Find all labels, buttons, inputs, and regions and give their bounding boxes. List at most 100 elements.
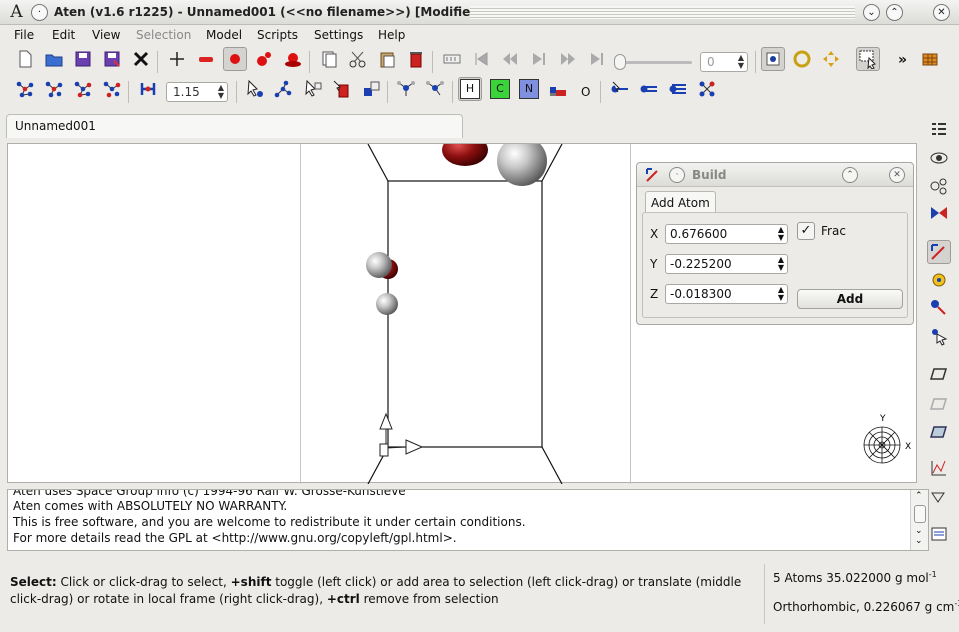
save-as-icon[interactable] [100, 47, 124, 71]
add-atom-button[interactable]: Add [797, 289, 903, 309]
grids-tool-icon[interactable] [927, 456, 951, 480]
z-coordinate-field[interactable]: -0.018300 ▲ ▼ [665, 284, 788, 304]
draw-style-tube-icon[interactable] [194, 47, 218, 71]
scroll-down-icon[interactable]: ⌄ [915, 526, 923, 536]
spin-arrows-icon[interactable]: ▲ ▼ [218, 84, 224, 100]
bond-triple-icon[interactable] [666, 77, 690, 101]
menu-edit[interactable]: Edit [52, 28, 75, 42]
draw-fragment-icon[interactable] [301, 77, 325, 101]
menu-help[interactable]: Help [378, 28, 405, 42]
select-tool-icon[interactable] [927, 324, 951, 348]
command-tool-icon[interactable] [927, 202, 951, 226]
periodic-table-icon[interactable] [546, 77, 570, 101]
menu-selection[interactable]: Selection [136, 28, 191, 42]
bond-tolerance-spinbox[interactable]: 1.15 ▲ ▼ [166, 82, 228, 102]
translate-view-icon[interactable] [819, 47, 843, 71]
last-frame-icon[interactable] [585, 47, 609, 71]
scroll-up-icon[interactable]: ⌃ [915, 491, 923, 501]
close-model-icon[interactable] [129, 47, 153, 71]
element-c-button[interactable]: C [488, 77, 512, 101]
panel-close-icon[interactable]: ✕ [889, 167, 905, 183]
build-tool-icon[interactable] [927, 240, 951, 264]
menu-scripts[interactable]: Scripts [257, 28, 298, 42]
rotate-view-icon[interactable] [790, 47, 814, 71]
select-mode-icon[interactable] [856, 47, 880, 71]
menu-file[interactable]: File [14, 28, 34, 42]
delete-icon[interactable] [404, 47, 428, 71]
view-tool-icon[interactable] [927, 146, 951, 170]
disorder-tool-icon[interactable] [927, 420, 951, 444]
frac-checkbox[interactable]: ✓ [797, 222, 815, 240]
previous-frame-icon[interactable] [498, 47, 522, 71]
app-logo-icon[interactable]: A [8, 4, 25, 21]
log-scrollbar[interactable]: ⌃ ⌄ ⌄ [910, 490, 928, 550]
copy-icon[interactable] [317, 47, 341, 71]
y-coordinate-field[interactable]: -0.225200 ▲ ▼ [665, 254, 788, 274]
maximize-icon[interactable]: ⌃ [886, 4, 903, 21]
delete-atom-icon[interactable] [330, 77, 354, 101]
menu-view[interactable]: View [92, 28, 120, 42]
build-panel-titlebar[interactable]: · Build ⌃ ✕ [637, 163, 913, 187]
bond-clear-selection-icon[interactable] [100, 77, 124, 101]
spin-arrows-icon[interactable]: ▲ ▼ [778, 286, 784, 302]
first-frame-icon[interactable] [469, 47, 493, 71]
bond-calc-icon[interactable] [13, 77, 37, 101]
element-h-button[interactable]: H [458, 77, 482, 101]
minimize-icon[interactable]: ⌄ [863, 4, 880, 21]
open-folder-icon[interactable] [42, 47, 66, 71]
menu-settings[interactable]: Settings [314, 28, 363, 42]
x-coordinate-field[interactable]: 0.676600 ▲ ▼ [665, 224, 788, 244]
crystal-build-icon[interactable] [918, 47, 942, 71]
spin-arrows-icon[interactable]: ▲ ▼ [778, 226, 784, 242]
draw-style-individual-icon[interactable] [281, 47, 305, 71]
close-icon[interactable]: ✕ [933, 4, 950, 21]
glyphs-tool-icon[interactable] [927, 486, 951, 510]
other-element-label[interactable]: O [581, 85, 590, 99]
bond-tolerance-icon[interactable] [136, 77, 160, 101]
atom-list-icon[interactable] [927, 118, 951, 142]
draw-style-scaled-icon[interactable] [252, 47, 276, 71]
window-menu-icon[interactable]: · [31, 4, 48, 21]
atom[interactable] [376, 293, 398, 315]
add-hydrogen-icon[interactable] [394, 77, 418, 101]
cell-transform-icon[interactable] [927, 392, 951, 416]
bond-calc-selection-icon[interactable] [71, 77, 95, 101]
draw-atom-icon[interactable] [243, 77, 267, 101]
oxygen-atom[interactable] [442, 144, 488, 166]
atom[interactable] [497, 144, 547, 186]
frame-spinbox[interactable]: 0 ▲ ▼ [700, 52, 748, 72]
next-frame-icon[interactable] [556, 47, 580, 71]
atom[interactable] [366, 252, 392, 278]
geometry-tool-icon[interactable] [927, 174, 951, 198]
spin-arrows-icon[interactable]: ▲ ▼ [778, 256, 784, 272]
bond-single-icon[interactable] [608, 77, 632, 101]
bond-clear-icon[interactable] [42, 77, 66, 101]
bond-double-icon[interactable] [637, 77, 661, 101]
position-tool-icon[interactable] [927, 268, 951, 292]
add-hydrogen-model-icon[interactable] [423, 77, 447, 101]
paste-icon[interactable] [375, 47, 399, 71]
save-icon[interactable] [71, 47, 95, 71]
panel-menu-icon[interactable]: · [669, 167, 685, 183]
element-n-button[interactable]: N [517, 77, 541, 101]
tab-add-atom[interactable]: Add Atom [645, 191, 716, 213]
tab-unnamed001[interactable]: Unnamed001 [6, 114, 463, 138]
new-file-icon[interactable] [13, 47, 37, 71]
cell-define-icon[interactable] [927, 362, 951, 386]
view-mode-icon[interactable] [761, 47, 785, 71]
panel-float-icon[interactable]: ⌃ [842, 167, 858, 183]
toolbar-overflow[interactable]: » [898, 52, 907, 68]
draw-style-stick-icon[interactable] [165, 47, 189, 71]
trajectory-icon[interactable] [440, 47, 464, 71]
draw-chain-icon[interactable] [272, 77, 296, 101]
play-icon[interactable] [527, 47, 551, 71]
scroll-thumb[interactable] [914, 505, 926, 523]
menu-model[interactable]: Model [206, 28, 242, 42]
transmute-atom-icon[interactable] [359, 77, 383, 101]
spin-arrows-icon[interactable]: ▲ ▼ [738, 54, 744, 70]
scroll-down-icon[interactable]: ⌄ [915, 536, 923, 546]
frame-slider-handle[interactable] [614, 54, 626, 70]
delete-bond-icon[interactable] [695, 77, 719, 101]
cut-icon[interactable] [346, 47, 370, 71]
draw-style-sphere-icon[interactable] [223, 47, 247, 71]
